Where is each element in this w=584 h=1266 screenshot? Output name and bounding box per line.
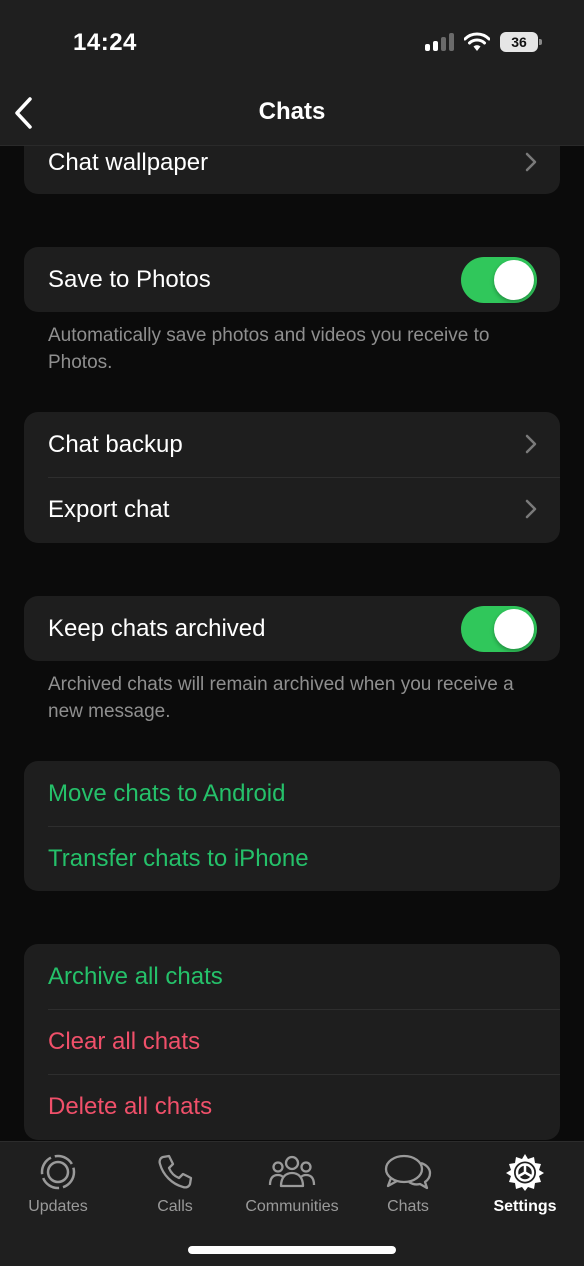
updates-icon	[40, 1154, 76, 1190]
status-icons: 36	[425, 32, 542, 52]
keep-archived-row: Keep chats archived	[24, 596, 560, 661]
export-chat-row[interactable]: Export chat	[24, 477, 560, 542]
chevron-right-icon	[525, 499, 537, 519]
tab-calls-label: Calls	[157, 1198, 193, 1215]
tab-updates[interactable]: Updates	[0, 1152, 116, 1216]
archive-all-label: Archive all chats	[48, 962, 223, 990]
chat-backup-label: Chat backup	[48, 430, 183, 458]
tab-chats-label: Chats	[387, 1198, 429, 1215]
wifi-icon	[464, 32, 490, 51]
bulk-actions-card: Archive all chats Clear all chats Delete…	[24, 944, 560, 1140]
tab-updates-label: Updates	[28, 1198, 88, 1215]
save-photos-card: Save to Photos	[24, 247, 560, 312]
home-indicator	[188, 1246, 396, 1254]
tab-settings-label: Settings	[493, 1198, 557, 1215]
cellular-signal-icon	[425, 33, 454, 51]
keep-archived-toggle[interactable]	[461, 606, 537, 652]
chat-backup-row[interactable]: Chat backup	[24, 412, 560, 477]
communities-icon	[268, 1155, 316, 1188]
chevron-right-icon	[525, 434, 537, 454]
move-to-android-button[interactable]: Move chats to Android	[24, 761, 560, 826]
backup-card: Chat backup Export chat	[24, 412, 560, 543]
delete-all-label: Delete all chats	[48, 1092, 213, 1120]
clear-all-label: Clear all chats	[48, 1027, 201, 1055]
gear-icon	[506, 1154, 544, 1191]
keep-archived-note: Archived chats will remain archived when…	[48, 674, 514, 722]
archive-all-button[interactable]: Archive all chats	[24, 944, 560, 1009]
chevron-right-icon	[525, 152, 537, 172]
tab-settings[interactable]: Settings	[467, 1152, 583, 1216]
export-chat-label: Export chat	[48, 495, 170, 523]
page-title: Chats	[258, 98, 326, 125]
save-to-photos-row: Save to Photos	[24, 247, 560, 312]
chat-wallpaper-label: Chat wallpaper	[48, 149, 209, 176]
save-to-photos-toggle[interactable]	[461, 257, 537, 303]
transfer-card: Move chats to Android Transfer chats to …	[24, 761, 560, 891]
archived-card: Keep chats archived	[24, 596, 560, 661]
chat-bubbles-icon	[384, 1154, 432, 1190]
transfer-to-iphone-button[interactable]: Transfer chats to iPhone	[24, 826, 560, 891]
tab-communities-label: Communities	[245, 1198, 339, 1215]
transfer-to-iphone-label: Transfer chats to iPhone	[48, 844, 309, 872]
tab-communities[interactable]: Communities	[234, 1152, 350, 1216]
save-to-photos-label: Save to Photos	[48, 265, 211, 293]
status-time: 14:24	[73, 29, 137, 56]
delete-all-button[interactable]: Delete all chats	[24, 1074, 560, 1139]
battery-indicator: 36	[500, 32, 542, 52]
top-bar: 14:24 36 Chats	[0, 0, 584, 146]
move-to-android-label: Move chats to Android	[48, 779, 286, 807]
tab-chats[interactable]: Chats	[350, 1152, 466, 1216]
clear-all-button[interactable]: Clear all chats	[24, 1009, 560, 1074]
tab-calls[interactable]: Calls	[117, 1152, 233, 1216]
save-to-photos-note: Automatically save photos and videos you…	[48, 325, 490, 373]
keep-archived-label: Keep chats archived	[48, 614, 266, 642]
phone-icon	[158, 1154, 193, 1189]
